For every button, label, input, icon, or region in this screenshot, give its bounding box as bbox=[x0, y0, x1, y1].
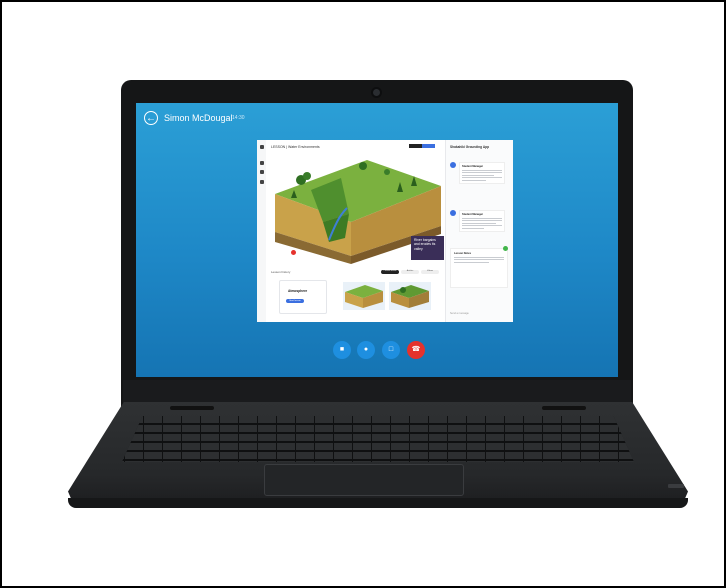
settings-icon[interactable] bbox=[260, 170, 264, 174]
shared-app-window: LESSON | Water Environments River bargai… bbox=[257, 140, 513, 322]
image-frame: ← Simon McDougal 14:30 LESSON | Water En… bbox=[0, 0, 726, 588]
tab-articles[interactable]: Articles bbox=[401, 270, 419, 274]
lesson-thumbnail-1[interactable] bbox=[343, 282, 385, 310]
tab-current-lesson[interactable]: Current lesson bbox=[381, 270, 399, 274]
video-camera-icon[interactable]: ■ bbox=[333, 341, 351, 359]
call-duration: 14:30 bbox=[232, 115, 245, 121]
grid-icon[interactable] bbox=[260, 180, 264, 184]
avatar bbox=[450, 210, 456, 216]
avatar bbox=[450, 162, 456, 168]
toolbar-blue-pill[interactable] bbox=[422, 144, 435, 148]
home-icon[interactable] bbox=[260, 145, 264, 149]
lesson-history-label: Lesson history bbox=[271, 270, 291, 274]
touchpad bbox=[264, 464, 464, 496]
message-sender: Student Manager bbox=[462, 165, 484, 168]
hinge-right bbox=[542, 406, 586, 410]
toolbar-dark-pill[interactable] bbox=[409, 144, 422, 148]
chat-panel-title: Shakahiki Grounding App bbox=[450, 145, 490, 149]
start-lesson-button[interactable]: Start lesson bbox=[286, 299, 304, 303]
chat-panel: Shakahiki Grounding App Student Manager … bbox=[445, 140, 513, 322]
message-input[interactable]: Send a message bbox=[450, 312, 469, 315]
back-arrow-icon[interactable]: ← bbox=[144, 111, 158, 125]
lesson-card[interactable]: Atmosphere Start lesson bbox=[279, 280, 327, 314]
caller-name: Simon McDougal bbox=[164, 113, 233, 123]
app-sidebar bbox=[257, 140, 266, 322]
lesson-notes-card: Lesson Notes bbox=[450, 246, 508, 288]
message-bubble: Student Manager bbox=[459, 210, 505, 232]
lesson-notes-title: Lesson Notes bbox=[454, 252, 472, 255]
laptop-front-edge bbox=[68, 498, 688, 508]
mini-mic-icon[interactable] bbox=[284, 250, 289, 255]
lesson-card-title: Atmosphere bbox=[288, 289, 308, 293]
brand-logo bbox=[668, 484, 684, 488]
mini-camera-icon[interactable] bbox=[277, 250, 282, 255]
tab-videos[interactable]: Videos bbox=[421, 270, 439, 274]
lesson-thumbnail-2[interactable] bbox=[389, 282, 431, 310]
webcam bbox=[373, 89, 380, 96]
message-bubble: Student Manager bbox=[459, 162, 505, 184]
add-note-icon[interactable] bbox=[503, 246, 508, 251]
chat-icon[interactable]: □ bbox=[382, 341, 400, 359]
mini-end-call-icon[interactable] bbox=[291, 250, 296, 255]
hinge-left bbox=[170, 406, 214, 410]
book-icon[interactable] bbox=[260, 161, 264, 165]
app-title: LESSON | Water Environments bbox=[271, 145, 320, 149]
keyboard bbox=[122, 416, 634, 462]
message-sender: Student Manager bbox=[462, 213, 484, 216]
end-call-icon[interactable]: ☎ bbox=[407, 341, 425, 359]
microphone-icon[interactable]: ● bbox=[357, 341, 375, 359]
scene-caption: River bargains and erodes its valley bbox=[411, 236, 444, 260]
app-toolbar bbox=[409, 144, 435, 148]
